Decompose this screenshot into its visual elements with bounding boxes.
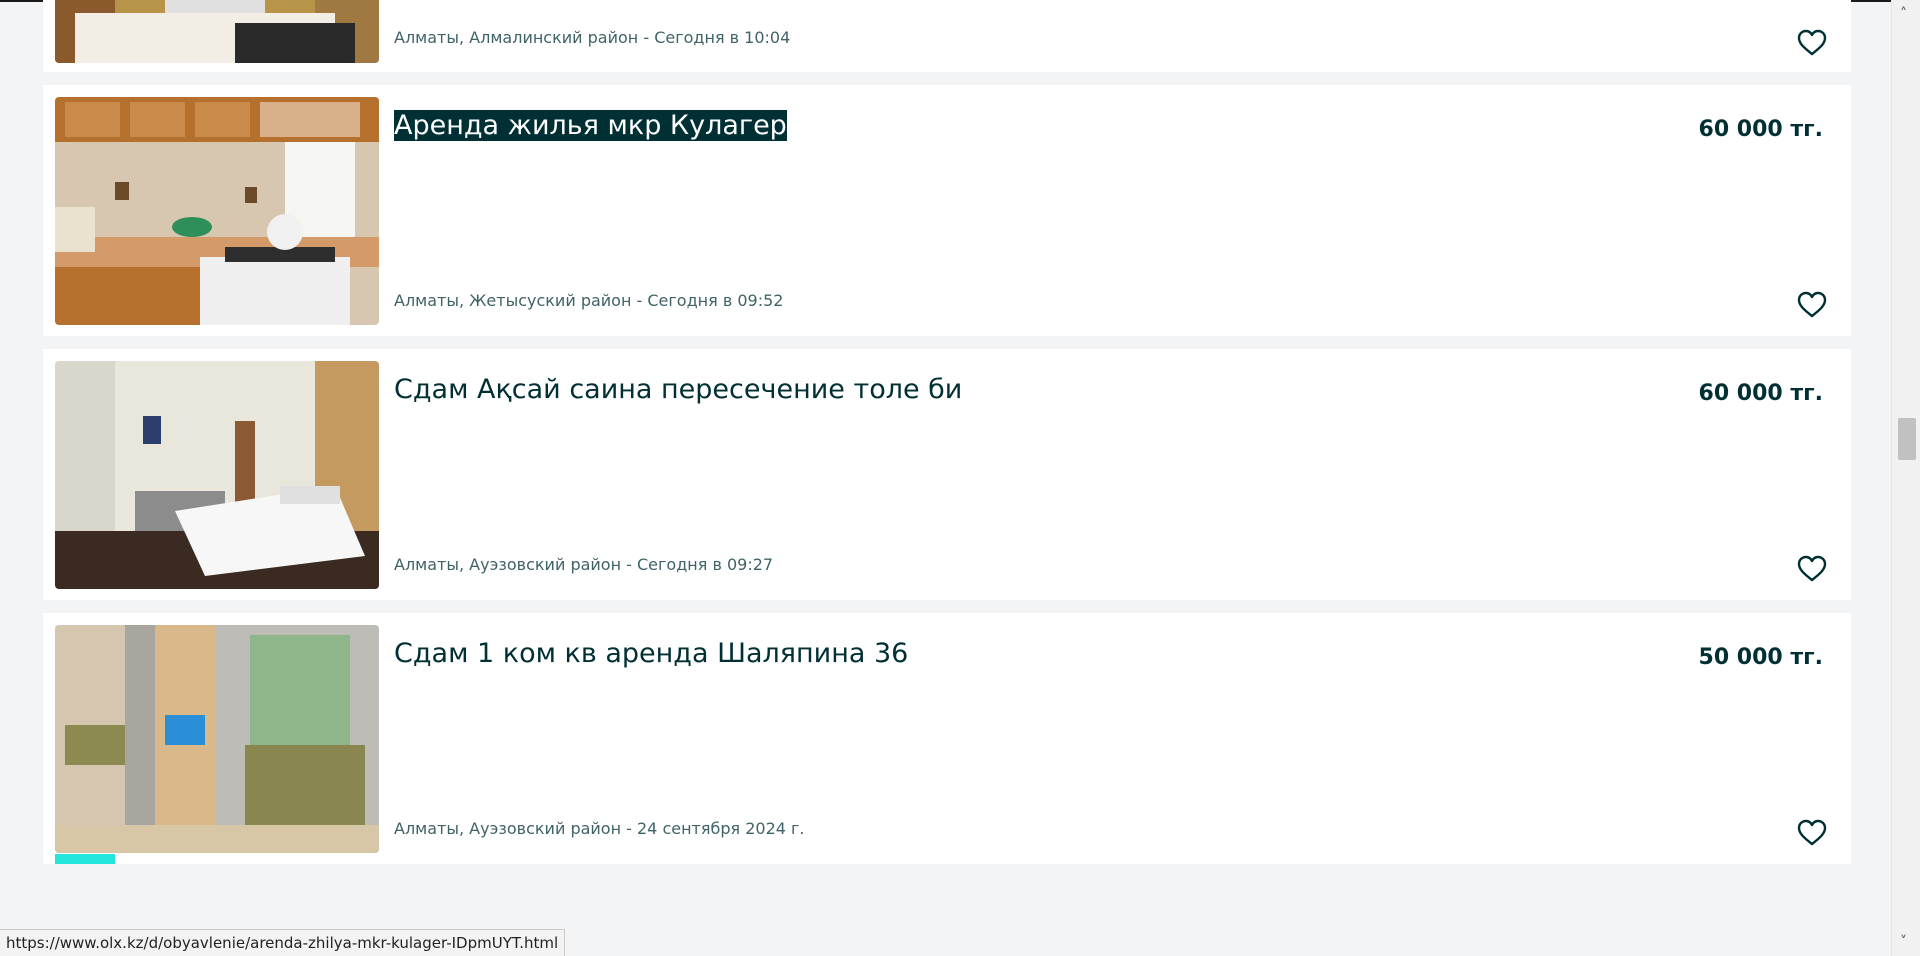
scroll-up-arrow-icon[interactable]: ˄	[1900, 6, 1907, 22]
listing-location-date: Алматы, Ауэзовский район - Сегодня в 09:…	[394, 555, 774, 574]
listing-price: 60 000 тг.	[1698, 117, 1823, 142]
favorite-heart-icon[interactable]	[1797, 291, 1827, 319]
vertical-scrollbar[interactable]: ˄ ˅	[1891, 0, 1920, 956]
kitchen-photo	[55, 97, 379, 325]
listing-photo-kitchen[interactable]	[55, 97, 379, 325]
listing-photo-bedroom[interactable]	[55, 0, 379, 63]
link-status-bar: https://www.olx.kz/d/obyavlenie/arenda-z…	[0, 929, 566, 956]
scrollbar-thumb[interactable]	[1898, 418, 1916, 460]
room-photo	[55, 361, 379, 589]
listing-photo-living-room[interactable]	[55, 625, 379, 853]
listing-location-date: Алматы, Алмалинский район - Сегодня в 10…	[394, 28, 791, 47]
listing-location-date: Алматы, Жетысуский район - Сегодня в 09:…	[394, 291, 784, 310]
promoted-badge	[55, 854, 115, 864]
favorite-heart-icon[interactable]	[1797, 819, 1827, 847]
listing-title-link[interactable]: Сдам 1 ком кв аренда Шаляпина 36	[394, 637, 908, 671]
listing-price: 60 000 тг.	[1698, 381, 1823, 406]
listing-location-date: Алматы, Ауэзовский район - 24 сентября 2…	[394, 819, 805, 838]
scroll-down-arrow-icon[interactable]: ˅	[1900, 934, 1907, 950]
listing-card[interactable]: Алматы, Алмалинский район - Сегодня в 10…	[43, 0, 1851, 72]
listing-list: Алматы, Алмалинский район - Сегодня в 10…	[43, 0, 1851, 877]
listing-page: Алматы, Алмалинский район - Сегодня в 10…	[0, 0, 1920, 956]
listing-title-link[interactable]: Аренда жилья мкр Кулагер	[394, 109, 787, 143]
listing-card[interactable]: Сдам Ақсай саина пересечение толе би 60 …	[43, 349, 1851, 600]
living-room-photo	[55, 625, 379, 853]
listing-card[interactable]: Сдам 1 ком кв аренда Шаляпина 36 50 000 …	[43, 613, 1851, 864]
listing-card[interactable]: Аренда жилья мкр Кулагер 60 000 тг. Алма…	[43, 85, 1851, 336]
favorite-heart-icon[interactable]	[1797, 29, 1827, 57]
favorite-heart-icon[interactable]	[1797, 555, 1827, 583]
listing-photo-room[interactable]	[55, 361, 379, 589]
bedroom-photo	[55, 0, 379, 63]
listing-price: 50 000 тг.	[1698, 645, 1823, 670]
listing-title-link[interactable]: Сдам Ақсай саина пересечение толе би	[394, 373, 962, 407]
